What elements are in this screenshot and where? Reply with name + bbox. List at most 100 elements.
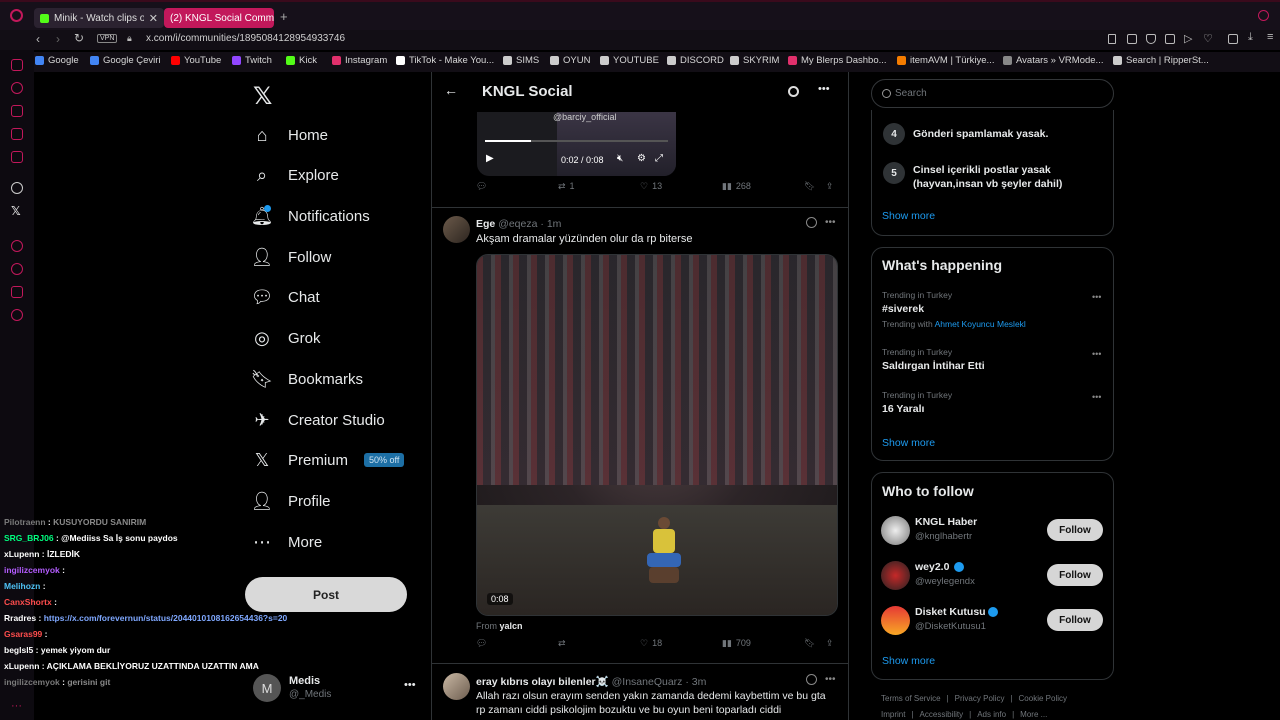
nav-item-home[interactable]: ⌂ Home — [252, 120, 328, 150]
nav-item-more[interactable]: ⋯ More — [252, 527, 322, 557]
trend-item[interactable]: Trending in Turkey #siverek Trending wit… — [882, 290, 1104, 334]
trend-item[interactable]: Trending in Turkey Saldırgan İntihar Ett… — [882, 347, 1104, 377]
puzzle-icon[interactable] — [1228, 34, 1238, 44]
follow-button[interactable]: Follow — [1047, 609, 1103, 631]
opera-logo-icon[interactable] — [10, 9, 23, 22]
tweet-more-icon[interactable]: ••• — [825, 674, 836, 685]
trend-more-icon[interactable]: ••• — [1092, 392, 1101, 402]
shield-icon[interactable] — [1146, 34, 1156, 44]
play-icon[interactable]: ▶ — [486, 153, 494, 164]
nav-item-notifications[interactable]: 🔔︎ Notifications — [251, 201, 370, 231]
search-input[interactable]: Search — [871, 79, 1114, 108]
tweet-avatar[interactable] — [443, 216, 470, 243]
footer-link[interactable]: Cookie Policy — [1019, 694, 1067, 703]
footer-link[interactable]: Imprint — [881, 710, 905, 719]
reply-button[interactable]: 💬︎ — [476, 181, 491, 192]
back-icon[interactable]: ‹ — [36, 32, 40, 46]
follow-suggestion[interactable]: wey2.0 @weylegendx Follow — [872, 560, 1113, 592]
follow-button[interactable]: Follow — [1047, 564, 1103, 586]
nav-item-chat[interactable]: 💬︎ Chat — [251, 282, 320, 312]
heart-icon[interactable]: ♡ — [1203, 32, 1213, 45]
views-button[interactable]: ▮▮ 709 — [722, 638, 751, 649]
history-icon[interactable] — [11, 263, 23, 275]
account-switcher[interactable]: M Medis @_Medis ••• — [253, 673, 418, 705]
tweet-more-icon[interactable]: ••• — [825, 217, 836, 228]
mute-icon[interactable]: 🔇︎ — [617, 153, 623, 164]
retweet-button[interactable]: ⇄ — [558, 638, 570, 649]
follow-button[interactable]: Follow — [1047, 519, 1103, 541]
footer-link[interactable]: Accessibility — [920, 710, 964, 719]
trend-with-link[interactable]: Ahmet Koyuncu Meslekl — [935, 319, 1026, 329]
bookmark-item[interactable]: DISCORD — [667, 55, 724, 66]
from-user-link[interactable]: yalcn — [500, 621, 523, 631]
bookmark-item[interactable]: Search | RipperSt... — [1113, 55, 1209, 66]
grok-icon[interactable] — [806, 217, 817, 228]
video-settings-icon[interactable]: ⚙ — [637, 153, 646, 164]
bookmark-item[interactable]: TikTok - Make You... — [396, 55, 494, 66]
forward-icon[interactable]: › — [56, 32, 60, 46]
new-tab-icon[interactable]: + — [280, 9, 288, 24]
author-name[interactable]: eray kıbrıs olayı bilenler☠️ — [476, 676, 609, 688]
url-field[interactable]: x.com/i/communities/1895084128954933746 — [146, 33, 345, 44]
nav-item-bookmarks[interactable]: 🔖︎ Bookmarks — [251, 364, 363, 394]
bookmark-item[interactable]: OYUN — [550, 55, 590, 66]
sidebar-icon-2[interactable] — [11, 82, 23, 94]
bookmark-item[interactable]: YouTube — [171, 55, 221, 66]
menu-icon[interactable]: ≡ — [1267, 31, 1273, 43]
back-arrow-icon[interactable]: ← — [444, 82, 458, 98]
author-handle[interactable]: @InsaneQuarz — [612, 676, 683, 688]
post-button[interactable]: Post — [245, 577, 407, 612]
snapshot-icon[interactable] — [1127, 34, 1137, 44]
bookmark-item[interactable]: Avatars » VRMode... — [1003, 55, 1103, 66]
x-logo-icon[interactable]: 𝕏 — [253, 82, 272, 111]
footer-link[interactable]: More ... — [1020, 710, 1047, 719]
bookmark-item[interactable]: SKYRIM — [730, 55, 779, 66]
search-icon[interactable] — [788, 86, 799, 97]
rules-show-more-link[interactable]: Show more — [882, 210, 935, 222]
lock-icon[interactable]: 🔒︎ — [127, 33, 132, 44]
tab-kngl-social[interactable]: (2) KNGL Social Communi — [164, 8, 274, 28]
vpn-badge[interactable]: VPN — [97, 34, 118, 43]
bookmark-item[interactable]: Google — [35, 55, 79, 66]
translate-icon[interactable]: ▷ — [1184, 32, 1192, 45]
bookmark-item[interactable]: My Blerps Dashbo... — [788, 55, 887, 66]
footer-link[interactable]: Privacy Policy — [955, 694, 1005, 703]
happening-show-more-link[interactable]: Show more — [882, 437, 935, 449]
share-button[interactable]: ⇪ — [826, 181, 834, 192]
x-sidebar-icon[interactable]: 𝕏 — [11, 204, 21, 218]
bookmark-item[interactable]: itemAVM | Türkiye... — [897, 55, 994, 66]
like-button[interactable]: ♡ 18 — [640, 638, 662, 649]
bookmark-button[interactable]: 🔖︎ — [804, 181, 815, 192]
reload-icon[interactable]: ↻ — [74, 31, 84, 45]
sidebar-icon-4[interactable] — [11, 128, 23, 140]
more-icon[interactable]: ••• — [404, 679, 416, 691]
bookmark-item[interactable]: SIMS — [503, 55, 539, 66]
follow-suggestion[interactable]: KNGL Haber @knglhabertr Follow — [872, 515, 1113, 547]
nav-item-creator-studio[interactable]: ✈︎ Creator Studio — [252, 405, 384, 435]
download-icon[interactable]: ⤓ — [1248, 31, 1253, 44]
retweet-button[interactable]: ⇄ 1 — [558, 181, 575, 192]
sidebar-icon-5[interactable] — [11, 151, 23, 163]
settings-icon[interactable] — [11, 309, 23, 321]
follow-show-more-link[interactable]: Show more — [882, 655, 935, 667]
author-handle[interactable]: @eqeza — [498, 218, 537, 230]
bookmark-button[interactable]: 🔖︎ — [804, 638, 815, 649]
nav-item-profile[interactable]: 👤︎ Profile — [251, 486, 331, 516]
sidebar-icon-7[interactable] — [11, 286, 23, 298]
sidebar-icon-1[interactable] — [11, 59, 23, 71]
search-tabs-icon[interactable] — [1258, 10, 1269, 21]
fullscreen-icon[interactable]: ⤢ — [655, 153, 663, 164]
bookmark-item[interactable]: Kick — [286, 55, 317, 66]
pin-icon[interactable] — [1108, 34, 1116, 44]
sidebar-icon-3[interactable] — [11, 105, 23, 117]
video-player[interactable]: @barciy_official ▶ 0:02 / 0:08 🔇︎ ⚙ ⤢ — [477, 112, 676, 176]
sidebar-icon-6[interactable] — [11, 240, 23, 252]
trend-more-icon[interactable]: ••• — [1092, 292, 1101, 302]
tweet-time[interactable]: 1m — [547, 218, 562, 230]
community-more-icon[interactable]: ••• — [818, 83, 830, 95]
bookmark-item[interactable]: Instagram — [332, 55, 387, 66]
share-button[interactable]: ⇪ — [826, 638, 834, 649]
sidebar-more-icon[interactable]: ··· — [11, 700, 22, 712]
tweet-avatar[interactable] — [443, 673, 470, 700]
close-icon[interactable]: ✕ — [149, 12, 158, 25]
